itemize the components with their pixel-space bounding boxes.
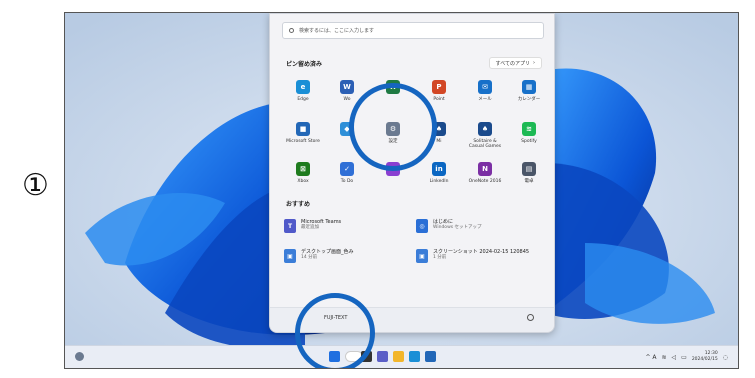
- start-search-box[interactable]: 検索するには、ここに入力します: [282, 22, 544, 39]
- store-icon: ■: [296, 122, 310, 136]
- desktop-screen: 検索するには、ここに入力します ピン留め済み すべてのアプリ › e Edge W W…: [64, 12, 739, 369]
- volume-icon[interactable]: ◁: [672, 354, 677, 361]
- recommended-item-subtitle: Windows セットアップ: [433, 225, 482, 230]
- pinned-app[interactable]: ♠ Solitaire & Casual Games: [466, 122, 504, 149]
- pinned-app[interactable]: e Edge: [284, 80, 322, 102]
- all-apps-button[interactable]: すべてのアプリ ›: [488, 57, 542, 69]
- pinned-app-label: Microsoft Store: [286, 139, 320, 144]
- pinned-app-label: Solitaire & Casual Games: [468, 139, 502, 149]
- store-icon[interactable]: [425, 351, 436, 362]
- powerpoint-icon: P: [432, 80, 446, 94]
- chat-icon[interactable]: [377, 351, 388, 362]
- pinned-app-label: Xbox: [297, 179, 309, 184]
- solitaire-icon: ♠: [478, 122, 492, 136]
- pinned-app[interactable]: ▦ カレンダー: [510, 80, 548, 102]
- linkedin-icon: in: [432, 162, 446, 176]
- pinned-app[interactable]: ⊠ Xbox: [284, 162, 322, 184]
- notification-icon[interactable]: ◌: [723, 354, 728, 361]
- explorer-icon[interactable]: [393, 351, 404, 362]
- pinned-app[interactable]: in LinkedIn: [420, 162, 458, 184]
- wifi-icon[interactable]: ≋: [661, 354, 666, 361]
- recommended-item-subtitle: 1 分前: [433, 255, 447, 260]
- pinned-app-label: To Do: [340, 179, 354, 184]
- clock[interactable]: 12:30 2024/02/15: [692, 351, 718, 363]
- recommended-item-name: スクリーンショット 2024-02-15 120845: [433, 249, 530, 255]
- recommended-item[interactable]: ▣ スクリーンショット 2024-02-15 120845 1 分前: [416, 249, 529, 263]
- chevron-right-icon: ›: [533, 60, 535, 66]
- image-file-icon: ▣: [284, 249, 296, 263]
- start-menu: 検索するには、ここに入力します ピン留め済み すべてのアプリ › e Edge W W…: [269, 13, 555, 333]
- pinned-app-label: Spotify: [521, 139, 537, 144]
- pinned-app-label: Edge: [297, 97, 309, 102]
- recommended-item-subtitle: 14 分前: [301, 255, 318, 260]
- teams-icon: T: [284, 219, 296, 233]
- image-file-icon: ▣: [416, 249, 428, 263]
- pinned-app[interactable]: ≋ Spotify: [510, 122, 548, 144]
- search-icon: [289, 28, 294, 33]
- recommended-item-subtitle: 最近追加: [301, 225, 319, 230]
- battery-icon[interactable]: ▭: [681, 354, 687, 361]
- spotify-icon: ≋: [522, 122, 536, 136]
- highlight-start-button-circle: [295, 293, 375, 368]
- recommended-item[interactable]: T Microsoft Teams 最近追加: [284, 219, 341, 233]
- pinned-app-label: カレンダー: [517, 97, 541, 102]
- pinned-app[interactable]: N OneNote 2016: [466, 162, 504, 184]
- calendar-icon: ▦: [522, 80, 536, 94]
- search-placeholder: 検索するには、ここに入力します: [299, 28, 375, 34]
- pinned-app-label: メール: [478, 97, 492, 102]
- pinned-section-title: ピン留め済み: [286, 61, 323, 68]
- onenote-icon: N: [478, 162, 492, 176]
- pinned-app[interactable]: ▤ 電卓: [510, 162, 548, 184]
- step-label: ①: [22, 168, 49, 203]
- taskbar: ^ A ≋ ◁ ▭ 12:30 2024/02/15 ◌: [65, 345, 738, 368]
- todo-icon: ✓: [340, 162, 354, 176]
- pinned-app[interactable]: ■ Microsoft Store: [284, 122, 322, 144]
- edge-icon[interactable]: [409, 351, 420, 362]
- tray-text[interactable]: ^ A: [645, 354, 656, 361]
- getstarted-icon: ◎: [416, 219, 428, 233]
- recommended-item[interactable]: ▣ デスクトップ画面_色み 14 分前: [284, 249, 354, 263]
- calculator-icon: ▤: [522, 162, 536, 176]
- pinned-app[interactable]: ✉ メール: [466, 80, 504, 102]
- pinned-app[interactable]: ✓ To Do: [328, 162, 366, 184]
- word-icon: W: [340, 80, 354, 94]
- xbox-icon: ⊠: [296, 162, 310, 176]
- pinned-app-label: 電卓: [524, 179, 534, 184]
- pinned-app-label: LinkedIn: [429, 179, 449, 184]
- clock-date: 2024/02/15: [691, 357, 718, 362]
- recommended-item[interactable]: ◎ はじめに Windows セットアップ: [416, 219, 482, 233]
- highlight-settings-circle: [349, 83, 437, 171]
- recommended-section-title: おすすめ: [286, 201, 311, 208]
- mail-icon: ✉: [478, 80, 492, 94]
- edge-icon: e: [296, 80, 310, 94]
- system-tray: ^ A ≋ ◁ ▭ 12:30 2024/02/15 ◌: [645, 351, 728, 363]
- power-icon[interactable]: [527, 314, 534, 321]
- all-apps-label: すべてのアプリ: [495, 60, 530, 67]
- weather-icon[interactable]: [75, 352, 84, 361]
- pinned-app-label: OneNote 2016: [468, 179, 502, 184]
